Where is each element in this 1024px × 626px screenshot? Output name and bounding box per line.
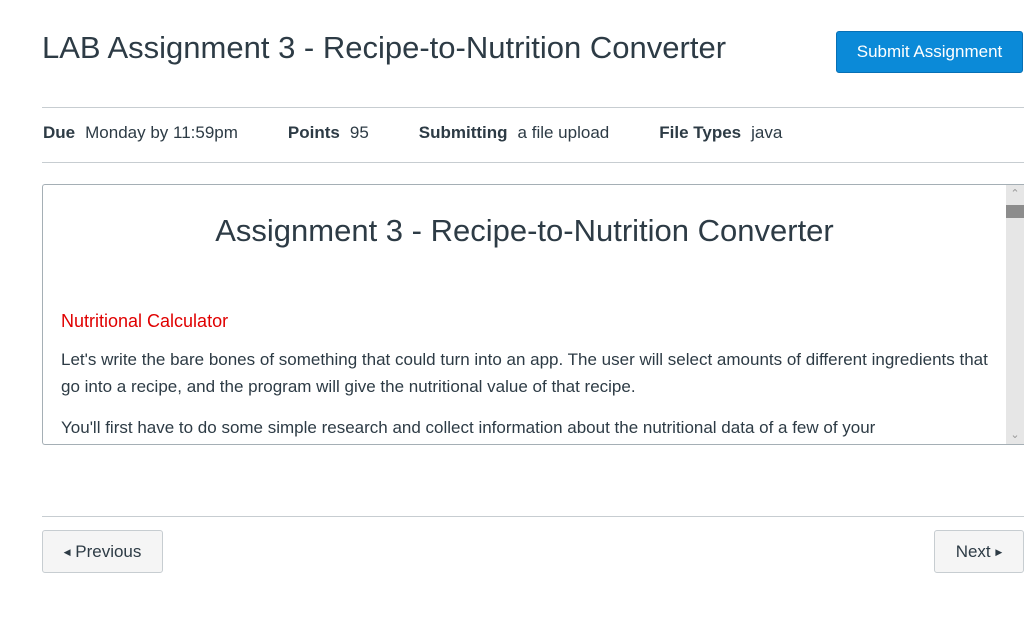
scroll-up-icon[interactable]: ⌃ xyxy=(1006,185,1024,203)
detail-submitting: Submitting a file upload xyxy=(418,123,610,142)
detail-points: Points 95 xyxy=(287,123,369,142)
description-heading: Assignment 3 - Recipe-to-Nutrition Conve… xyxy=(215,213,834,248)
assignment-description: Assignment 3 - Recipe-to-Nutrition Conve… xyxy=(43,185,1006,444)
scrollbar[interactable]: ⌃ ⌄ xyxy=(1006,185,1024,444)
page-title: LAB Assignment 3 - Recipe-to-Nutrition C… xyxy=(42,30,727,65)
previous-button[interactable]: ◀ Previous xyxy=(42,530,163,573)
detail-file-types: File Types java xyxy=(659,123,783,142)
triangle-right-icon: ▶ xyxy=(995,546,1003,557)
scrollbar-thumb[interactable] xyxy=(1006,205,1024,218)
assignment-details: Due Monday by 11:59pm Points 95 Submitting… xyxy=(43,123,832,143)
description-paragraph: Let's write the bare bones of something … xyxy=(61,350,988,396)
submit-assignment-button[interactable]: Submit Assignment xyxy=(836,31,1023,73)
assignment-description-frame: Assignment 3 - Recipe-to-Nutrition Conve… xyxy=(42,184,1024,445)
divider xyxy=(42,107,1024,108)
description-paragraph: You'll first have to do some simple rese… xyxy=(61,418,876,437)
scroll-down-icon[interactable]: ⌄ xyxy=(1006,426,1024,444)
divider xyxy=(42,162,1024,163)
next-button[interactable]: Next ▶ xyxy=(934,530,1024,573)
triangle-left-icon: ◀ xyxy=(63,546,71,557)
divider xyxy=(42,516,1024,517)
detail-due: Due Monday by 11:59pm xyxy=(43,123,238,142)
description-subheading: Nutritional Calculator xyxy=(61,311,229,331)
